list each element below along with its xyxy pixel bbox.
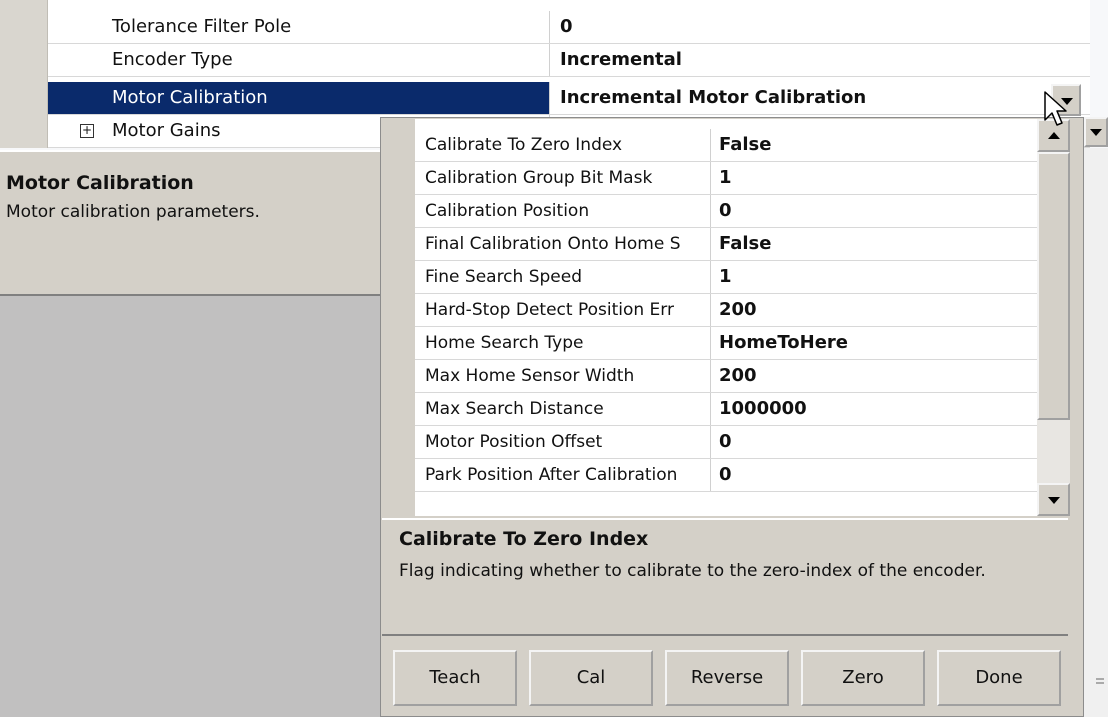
popup-property-name: Calibration Position <box>415 195 711 227</box>
mouse-cursor-icon <box>1044 91 1067 126</box>
description-title: Motor Calibration <box>6 172 194 194</box>
background-area <box>0 296 380 717</box>
property-name: Motor Calibration <box>48 82 550 114</box>
popup-property-value[interactable]: 0 <box>719 195 1037 227</box>
popup-row[interactable]: Motor Position Offset 0 <box>415 426 1037 459</box>
popup-property-name: Home Search Type <box>415 327 711 359</box>
teach-button[interactable]: Teach <box>393 650 517 706</box>
popup-row[interactable]: Calibration Position 0 <box>415 195 1037 228</box>
popup-property-value[interactable]: 1000000 <box>719 393 1037 425</box>
zero-button[interactable]: Zero <box>801 650 925 706</box>
chevron-up-icon <box>1048 132 1060 139</box>
scroll-down-button[interactable] <box>1084 117 1108 147</box>
property-row-encoder-type[interactable]: Encoder Type Incremental <box>48 44 1090 77</box>
property-value[interactable]: Incremental Motor Calibration <box>558 82 1090 114</box>
popup-property-value[interactable]: 1 <box>719 162 1037 194</box>
property-value[interactable]: 0 <box>558 11 1090 43</box>
property-name: Encoder Type <box>48 44 550 76</box>
popup-property-value[interactable]: HomeToHere <box>719 327 1037 359</box>
cal-button[interactable]: Cal <box>529 650 653 706</box>
property-name: Tolerance Filter Pole <box>48 11 550 43</box>
right-edge-strip <box>1084 148 1108 717</box>
calibration-popup: Calibrate To Zero Index False Calibratio… <box>380 117 1084 717</box>
property-value[interactable]: Incremental <box>558 44 1090 76</box>
popup-property-name: Max Search Distance <box>415 393 711 425</box>
popup-description-panel: Calibrate To Zero Index Flag indicating … <box>382 518 1068 636</box>
vertical-scrollbar[interactable] <box>1037 119 1070 516</box>
popup-property-name: Calibrate To Zero Index <box>415 129 711 161</box>
property-description-panel: Motor Calibration Motor calibration para… <box>0 150 380 296</box>
grip-icon <box>1096 678 1104 684</box>
popup-row[interactable]: Fine Search Speed 1 <box>415 261 1037 294</box>
popup-property-value[interactable]: False <box>719 129 1037 161</box>
popup-property-name: Calibration Group Bit Mask <box>415 162 711 194</box>
reverse-button[interactable]: Reverse <box>665 650 789 706</box>
popup-property-name: Motor Position Offset <box>415 426 711 458</box>
popup-property-value[interactable]: 1 <box>719 261 1037 293</box>
popup-property-value[interactable]: 0 <box>719 459 1037 491</box>
popup-row[interactable]: Max Search Distance 1000000 <box>415 393 1037 426</box>
scroll-down-button[interactable] <box>1037 483 1070 516</box>
popup-description-title: Calibrate To Zero Index <box>399 528 649 550</box>
scrollbar-thumb[interactable] <box>1037 152 1070 420</box>
chevron-down-icon <box>1048 497 1060 504</box>
calibration-property-grid: Calibrate To Zero Index False Calibratio… <box>382 119 1070 516</box>
inner-grid-gutter <box>382 119 415 516</box>
property-row-tolerance-filter-pole[interactable]: Tolerance Filter Pole 0 <box>48 11 1090 44</box>
popup-property-name: Park Position After Calibration <box>415 459 711 491</box>
popup-property-value[interactable]: 200 <box>719 360 1037 392</box>
done-button[interactable]: Done <box>937 650 1061 706</box>
description-text: Motor calibration parameters. <box>6 202 260 222</box>
popup-row[interactable]: Park Position After Calibration 0 <box>415 459 1037 492</box>
popup-row[interactable]: Calibrate To Zero Index False <box>415 129 1037 162</box>
popup-property-value[interactable]: 0 <box>719 426 1037 458</box>
popup-row[interactable]: Calibration Group Bit Mask 1 <box>415 162 1037 195</box>
popup-row[interactable]: Max Home Sensor Width 200 <box>415 360 1037 393</box>
popup-property-name: Fine Search Speed <box>415 261 711 293</box>
popup-property-value[interactable]: 200 <box>719 294 1037 326</box>
popup-row[interactable]: Final Calibration Onto Home S False <box>415 228 1037 261</box>
property-row-motor-calibration[interactable]: Motor Calibration Incremental Motor Cali… <box>48 82 1090 115</box>
popup-description-text: Flag indicating whether to calibrate to … <box>399 561 986 581</box>
popup-property-value[interactable]: False <box>719 228 1037 260</box>
popup-row[interactable]: Home Search Type HomeToHere <box>415 327 1037 360</box>
popup-property-name: Max Home Sensor Width <box>415 360 711 392</box>
popup-row[interactable]: Hard-Stop Detect Position Err 200 <box>415 294 1037 327</box>
property-grid-gutter <box>0 0 48 148</box>
chevron-down-icon <box>1090 129 1102 136</box>
popup-property-name: Hard-Stop Detect Position Err <box>415 294 711 326</box>
popup-property-name: Final Calibration Onto Home S <box>415 228 711 260</box>
